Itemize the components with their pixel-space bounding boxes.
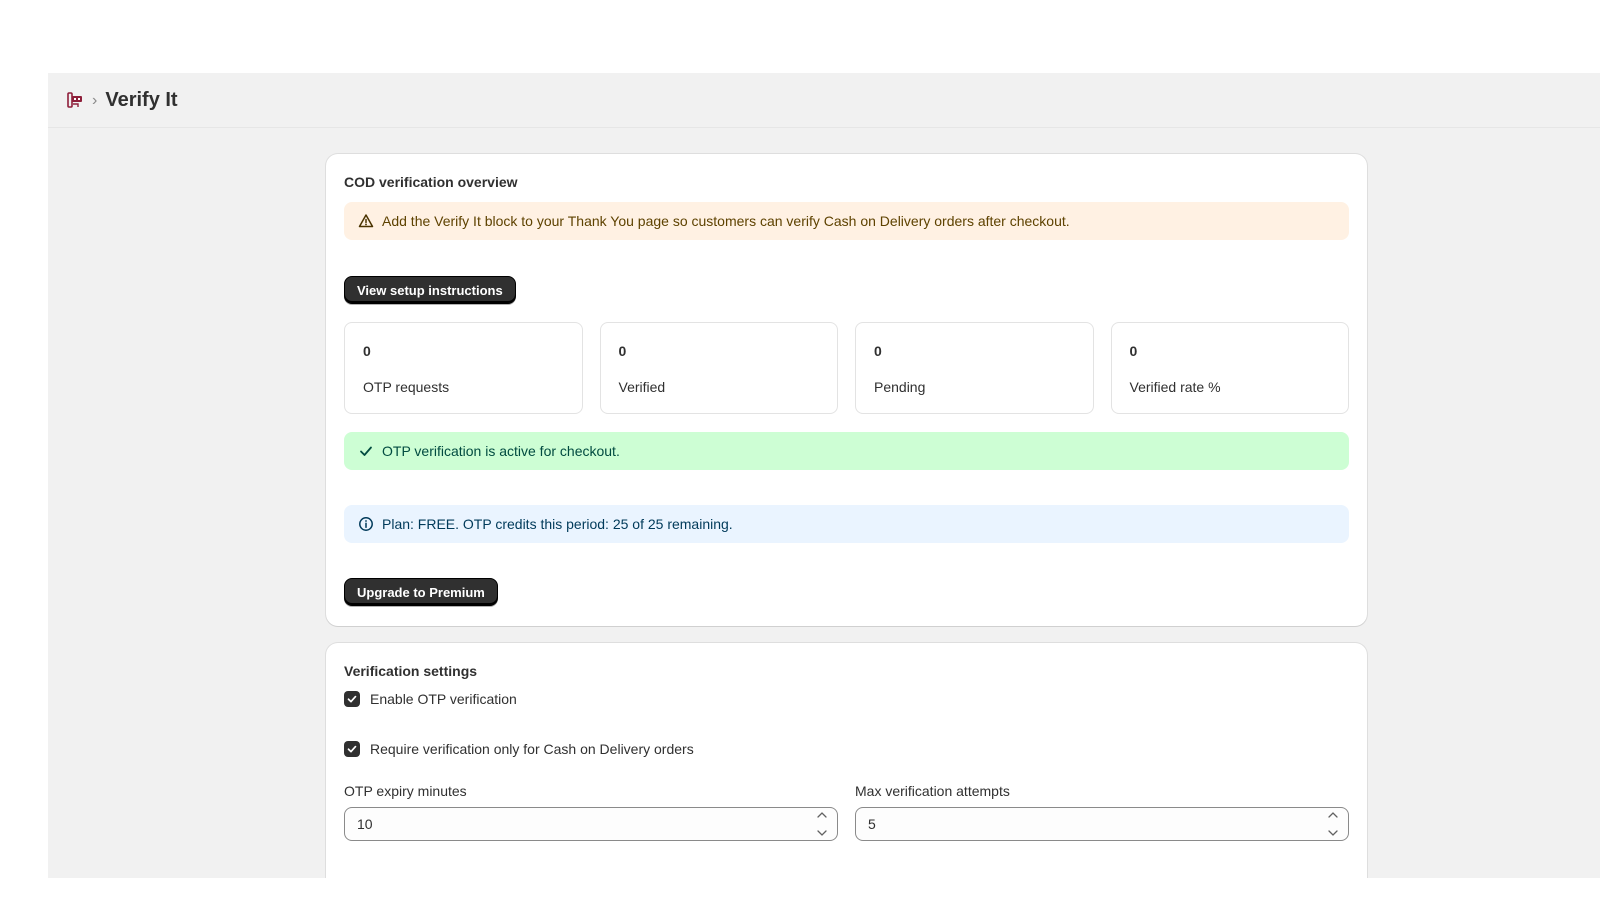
settings-fields: OTP expiry minutes 10 Max verification a… — [344, 783, 1349, 841]
settings-card: Verification settings Enable OTP verific… — [326, 643, 1367, 878]
success-banner: OTP verification is active for checkout. — [344, 432, 1349, 470]
settings-title: Verification settings — [344, 663, 478, 679]
max-attempts-label: Max verification attempts — [855, 783, 1010, 799]
chevron-down-icon[interactable] — [1327, 829, 1339, 837]
otp-expiry-input[interactable]: 10 — [344, 807, 838, 841]
cod-only-row[interactable]: Require verification only for Cash on De… — [344, 741, 1349, 757]
warning-banner-text: Add the Verify It block to your Thank Yo… — [382, 213, 1070, 229]
max-attempts-input[interactable]: 5 — [855, 807, 1349, 841]
chevron-down-icon[interactable] — [816, 829, 828, 837]
stat-value: 0 — [363, 343, 371, 359]
warning-triangle-icon — [356, 211, 376, 231]
app-frame: › Verify It COD verification overview Ad… — [48, 73, 1600, 878]
enable-otp-row[interactable]: Enable OTP verification — [344, 691, 1349, 707]
success-banner-text: OTP verification is active for checkout. — [382, 443, 620, 459]
enable-otp-checkbox[interactable] — [344, 691, 360, 707]
stat-label: Pending — [874, 379, 926, 395]
max-attempts-field: Max verification attempts 5 — [855, 783, 1349, 841]
stat-verified: 0 Verified — [599, 322, 838, 414]
stat-label: Verified rate % — [1129, 379, 1221, 395]
stat-verified-rate: 0 Verified rate % — [1110, 322, 1349, 414]
overview-card: COD verification overview Add the Verify… — [326, 154, 1367, 626]
page-title: Verify It — [105, 88, 178, 111]
max-attempts-stepper[interactable] — [1324, 811, 1342, 837]
breadcrumb-separator: › — [92, 92, 98, 109]
otp-expiry-stepper[interactable] — [813, 811, 831, 837]
stat-value: 0 — [874, 343, 882, 359]
stat-pending: 0 Pending — [855, 322, 1094, 414]
stat-label: OTP requests — [363, 379, 450, 395]
stats-row: 0 OTP requests 0 Verified 0 Pending 0 Ve… — [344, 322, 1349, 414]
app-logo-icon — [66, 91, 84, 109]
otp-expiry-value: 10 — [357, 816, 373, 832]
checkmark-icon — [356, 441, 376, 461]
overview-title: COD verification overview — [344, 174, 518, 190]
info-banner: Plan: FREE. OTP credits this period: 25 … — [344, 505, 1349, 543]
chevron-up-icon[interactable] — [1327, 811, 1339, 819]
chevron-up-icon[interactable] — [816, 811, 828, 819]
app-header: › Verify It — [48, 73, 1600, 128]
upgrade-to-premium-button[interactable]: Upgrade to Premium — [344, 578, 498, 606]
cod-only-label: Require verification only for Cash on De… — [370, 741, 694, 757]
warning-banner: Add the Verify It block to your Thank Yo… — [344, 202, 1349, 240]
stat-label: Verified — [618, 379, 666, 395]
otp-expiry-label: OTP expiry minutes — [344, 783, 467, 799]
cod-only-checkbox[interactable] — [344, 741, 360, 757]
stat-otp-requests: 0 OTP requests — [344, 322, 583, 414]
view-setup-instructions-button[interactable]: View setup instructions — [344, 276, 516, 304]
enable-otp-label: Enable OTP verification — [370, 691, 517, 707]
stat-value: 0 — [1129, 343, 1138, 359]
stat-value: 0 — [618, 343, 627, 359]
max-attempts-value: 5 — [868, 816, 876, 832]
info-banner-text: Plan: FREE. OTP credits this period: 25 … — [382, 516, 733, 532]
info-icon — [356, 514, 376, 534]
otp-expiry-field: OTP expiry minutes 10 — [344, 783, 838, 841]
